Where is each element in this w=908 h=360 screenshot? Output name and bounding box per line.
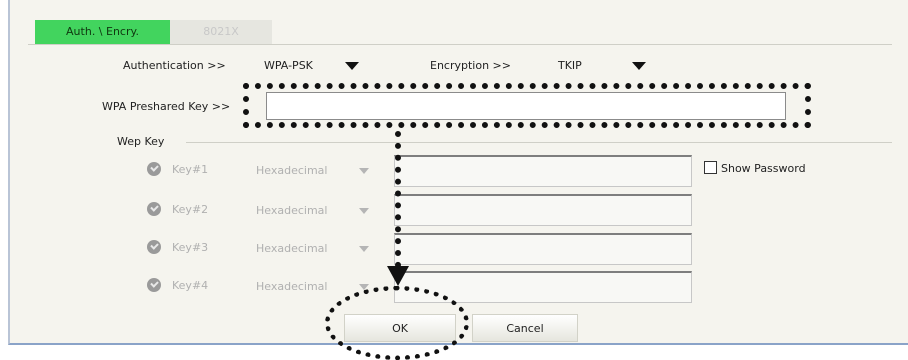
- annotation-highlight-box: [243, 83, 811, 128]
- key4-format-select[interactable]: Hexadecimal: [256, 280, 327, 293]
- key1-radio[interactable]: [147, 162, 161, 176]
- key1-format-select[interactable]: Hexadecimal: [256, 164, 327, 177]
- wep-group-line: [186, 142, 892, 143]
- show-password-label: Show Password: [721, 162, 806, 175]
- tab-auth-encry[interactable]: Auth. \ Encry.: [35, 20, 170, 44]
- key1-label: Key#1: [172, 163, 209, 176]
- key1-input[interactable]: [394, 155, 692, 187]
- key4-radio[interactable]: [147, 278, 161, 292]
- cancel-button[interactable]: Cancel: [472, 314, 578, 342]
- key3-dropdown-icon[interactable]: [359, 246, 369, 252]
- key3-label: Key#3: [172, 241, 209, 254]
- key4-label: Key#4: [172, 279, 209, 292]
- tab-divider: [28, 44, 892, 45]
- authentication-select[interactable]: WPA-PSK: [264, 59, 313, 72]
- show-password-checkbox[interactable]: [704, 161, 717, 174]
- annotation-ellipse: [325, 286, 469, 360]
- key3-format-select[interactable]: Hexadecimal: [256, 242, 327, 255]
- psk-label: WPA Preshared Key >>: [102, 100, 231, 113]
- authentication-dropdown-icon[interactable]: [345, 62, 359, 70]
- annotation-arrow-icon: [387, 266, 409, 286]
- key2-format-select[interactable]: Hexadecimal: [256, 204, 327, 217]
- key2-label: Key#2: [172, 203, 209, 216]
- key3-radio[interactable]: [147, 240, 161, 254]
- key1-dropdown-icon[interactable]: [359, 168, 369, 174]
- key2-input[interactable]: [394, 194, 692, 226]
- authentication-label: Authentication >>: [123, 59, 226, 72]
- key3-input[interactable]: [394, 233, 692, 265]
- encryption-label: Encryption >>: [430, 59, 511, 72]
- key2-radio[interactable]: [147, 202, 161, 216]
- tab-8021x[interactable]: 8021X: [170, 20, 272, 44]
- wep-group-label: Wep Key: [117, 135, 165, 148]
- encryption-select[interactable]: TKIP: [558, 59, 582, 72]
- encryption-dropdown-icon[interactable]: [632, 62, 646, 70]
- key2-dropdown-icon[interactable]: [359, 208, 369, 214]
- annotation-dotted-line: [395, 131, 401, 268]
